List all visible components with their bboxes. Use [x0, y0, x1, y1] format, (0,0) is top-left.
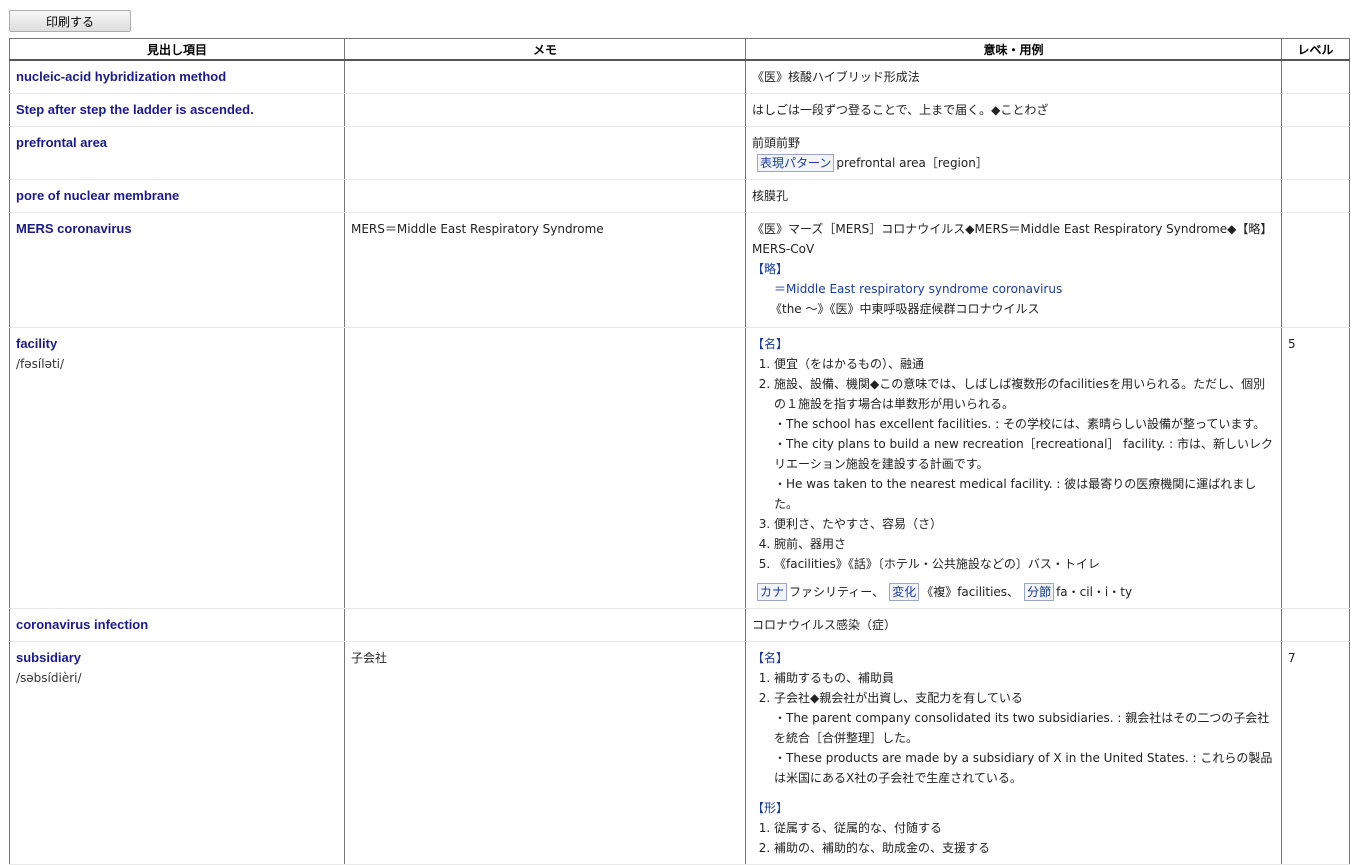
meaning-text: 《医》マーズ［MERS］コロナウイルス◆MERS＝Middle East Res…	[752, 222, 1273, 256]
headword[interactable]: facility	[16, 334, 339, 354]
level-cell: 5	[1281, 327, 1350, 609]
level-cell: 7	[1281, 641, 1350, 865]
meaning-cell: 《医》核酸ハイブリッド形成法	[745, 60, 1282, 94]
table-row: nucleic-acid hybridization method 《医》核酸ハ…	[9, 60, 1350, 94]
meaning-cell: 【名】 補助するもの、補助員 子会社◆親会社が出資し、支配力を有している ・Th…	[745, 641, 1282, 865]
table-row: prefrontal area 前頭前野 表現パターン prefrontal ar…	[9, 126, 1350, 180]
table-row: pore of nuclear membrane 核膜孔	[9, 179, 1350, 213]
info-tags: カナ ファシリティー、 変化 《複》facilities、 分節 fa・cil・i・ty	[752, 582, 1276, 602]
table-header-row: 見出し項目 メモ 意味・用例 レベル	[9, 38, 1350, 61]
meaning-cell: 【名】 便宜（をはかるもの）、融通 施設、設備、機関◆この意味では、しばしば複数…	[745, 327, 1282, 609]
headword[interactable]: Step after step the ladder is ascended.	[16, 102, 254, 117]
headword-cell[interactable]: coronavirus infection	[9, 608, 345, 642]
sense-item: 子会社◆親会社が出資し、支配力を有している ・The parent compan…	[774, 688, 1276, 788]
headword[interactable]: coronavirus infection	[16, 617, 148, 632]
table-row: subsidiary /səbsídièri/ 子会社 【名】 補助するもの、補…	[9, 641, 1350, 865]
abbr-gloss: 《the ～》《医》中東呼吸器症候群コロナウイルス	[770, 302, 1040, 316]
meaning-cell: 核膜孔	[745, 179, 1282, 213]
level-cell	[1281, 212, 1350, 328]
kana-tag: カナ	[757, 583, 788, 601]
pronunciation: /səbsídièri/	[16, 671, 82, 685]
sense-item: 《facilities》《話》〔ホテル・公共施設などの〕バス・トイレ	[774, 554, 1276, 574]
memo-cell[interactable]	[344, 126, 746, 180]
sense-item: 腕前、器用さ	[774, 534, 1276, 554]
example-sentence: ・The parent company consolidated its two…	[774, 711, 1270, 745]
example-sentence: ・These products are made by a subsidiary…	[774, 751, 1273, 785]
sense-list: 補助するもの、補助員 子会社◆親会社が出資し、支配力を有している ・The pa…	[752, 668, 1276, 788]
headword-cell[interactable]: Step after step the ladder is ascended.	[9, 93, 345, 127]
headword-cell[interactable]: subsidiary /səbsídièri/	[9, 641, 345, 865]
sense-item: 便利さ、たやすさ、容易（さ）	[774, 514, 1276, 534]
sense-list: 便宜（をはかるもの）、融通 施設、設備、機関◆この意味では、しばしば複数形のfa…	[752, 354, 1276, 574]
part-of-speech: 【形】	[752, 801, 789, 815]
meaning-cell: 《医》マーズ［MERS］コロナウイルス◆MERS＝Middle East Res…	[745, 212, 1282, 328]
pattern-tag: 表現パターン	[757, 154, 835, 172]
meaning-text: 《医》核酸ハイブリッド形成法	[752, 70, 920, 84]
inflection-tag: 変化	[889, 583, 920, 601]
table-row: coronavirus infection コロナウイルス感染（症）	[9, 608, 1350, 642]
meaning-cell: はしごは一段ずつ登ることで、上まで届く。◆ことわざ	[745, 93, 1282, 127]
meaning-cell: コロナウイルス感染（症）	[745, 608, 1282, 642]
pattern-text: prefrontal area［region］	[836, 156, 988, 170]
memo-cell[interactable]	[344, 93, 746, 127]
headword[interactable]: nucleic-acid hybridization method	[16, 69, 226, 84]
example-sentence: ・The city plans to build a new recreatio…	[774, 437, 1273, 471]
sense-item: 便宜（をはかるもの）、融通	[774, 354, 1276, 374]
example-sentence: ・He was taken to the nearest medical fac…	[774, 477, 1257, 511]
column-header-memo[interactable]: メモ	[344, 38, 746, 61]
meaning-text: はしごは一段ずつ登ることで、上まで届く。◆ことわざ	[752, 103, 1049, 117]
level-cell	[1281, 126, 1350, 180]
memo-cell[interactable]: 子会社	[344, 641, 746, 865]
memo-cell[interactable]	[344, 608, 746, 642]
inflection-text: 《複》facilities、	[921, 585, 1020, 599]
table-row: MERS coronavirus MERS＝Middle East Respir…	[9, 212, 1350, 328]
headword[interactable]: MERS coronavirus	[16, 221, 132, 236]
sense-item: 施設、設備、機関◆この意味では、しばしば複数形のfacilitiesを用いられる…	[774, 374, 1276, 514]
part-of-speech: 【名】	[752, 337, 789, 351]
memo-cell[interactable]	[344, 60, 746, 94]
headword[interactable]: subsidiary	[16, 648, 339, 668]
syllable-text: fa・cil・i・ty	[1056, 585, 1133, 599]
abbr-label: 【略】	[752, 262, 789, 276]
headword-cell[interactable]: MERS coronavirus	[9, 212, 345, 328]
headword-cell[interactable]: pore of nuclear membrane	[9, 179, 345, 213]
word-list-table: 見出し項目 メモ 意味・用例 レベル nucleic-acid hybridiz…	[9, 38, 1350, 865]
kana-text: ファシリティー、	[789, 585, 885, 599]
headword-cell[interactable]: prefrontal area	[9, 126, 345, 180]
table-row: Step after step the ladder is ascended. …	[9, 93, 1350, 127]
memo-cell[interactable]	[344, 327, 746, 609]
table-row: facility /fəsíləti/ 【名】 便宜（をはかるもの）、融通 施設…	[9, 327, 1350, 609]
meaning-text: 前頭前野	[752, 136, 801, 150]
sense-item: 補助の、補助的な、助成金の、支援する	[774, 838, 1276, 858]
meaning-text: 核膜孔	[752, 189, 789, 203]
sense-item: 補助するもの、補助員	[774, 668, 1276, 688]
meaning-cell: 前頭前野 表現パターン prefrontal area［region］	[745, 126, 1282, 180]
sense-list: 従属する、従属的な、付随する 補助の、補助的な、助成金の、支援する	[752, 818, 1276, 858]
memo-cell[interactable]: MERS＝Middle East Respiratory Syndrome	[344, 212, 746, 328]
headword-cell[interactable]: facility /fəsíləti/	[9, 327, 345, 609]
abbr-value: ＝Middle East respiratory syndrome corona…	[774, 282, 1063, 296]
pronunciation: /fəsíləti/	[16, 357, 65, 371]
example-sentence: ・The school has excellent facilities. : …	[774, 417, 1266, 431]
level-cell	[1281, 608, 1350, 642]
part-of-speech: 【名】	[752, 651, 789, 665]
column-header-meaning[interactable]: 意味・用例	[745, 38, 1282, 61]
level-cell	[1281, 93, 1350, 127]
meaning-text: コロナウイルス感染（症）	[752, 618, 897, 632]
print-button[interactable]: 印刷する	[9, 10, 131, 32]
headword-cell[interactable]: nucleic-acid hybridization method	[9, 60, 345, 94]
sense-item: 従属する、従属的な、付随する	[774, 818, 1276, 838]
column-header-level[interactable]: レベル	[1281, 38, 1350, 61]
memo-cell[interactable]	[344, 179, 746, 213]
syllable-tag: 分節	[1024, 583, 1055, 601]
column-header-headword[interactable]: 見出し項目	[9, 38, 345, 61]
level-cell	[1281, 179, 1350, 213]
level-cell	[1281, 60, 1350, 94]
headword[interactable]: prefrontal area	[16, 135, 107, 150]
headword[interactable]: pore of nuclear membrane	[16, 188, 179, 203]
